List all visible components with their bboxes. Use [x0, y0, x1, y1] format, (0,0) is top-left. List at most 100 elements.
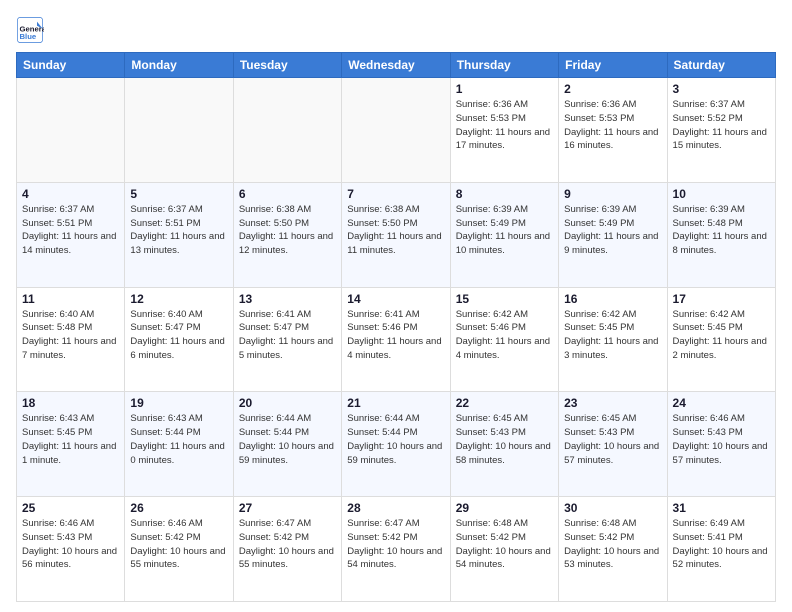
calendar-cell: 25 Sunrise: 6:46 AMSunset: 5:43 PMDayligh… [17, 497, 125, 602]
day-info: Sunrise: 6:44 AMSunset: 5:44 PMDaylight:… [239, 412, 336, 467]
calendar-cell: 1 Sunrise: 6:36 AMSunset: 5:53 PMDaylight… [450, 78, 558, 183]
col-header-sunday: Sunday [17, 53, 125, 78]
day-info: Sunrise: 6:42 AMSunset: 5:46 PMDaylight:… [456, 308, 553, 363]
calendar-cell: 3 Sunrise: 6:37 AMSunset: 5:52 PMDaylight… [667, 78, 775, 183]
calendar-cell [342, 78, 450, 183]
day-info: Sunrise: 6:48 AMSunset: 5:42 PMDaylight:… [456, 517, 553, 572]
calendar-cell: 18 Sunrise: 6:43 AMSunset: 5:45 PMDayligh… [17, 392, 125, 497]
day-number: 20 [239, 396, 336, 410]
day-info: Sunrise: 6:37 AMSunset: 5:52 PMDaylight:… [673, 98, 770, 153]
day-info: Sunrise: 6:36 AMSunset: 5:53 PMDaylight:… [456, 98, 553, 153]
calendar-cell: 19 Sunrise: 6:43 AMSunset: 5:44 PMDayligh… [125, 392, 233, 497]
day-number: 16 [564, 292, 661, 306]
day-number: 19 [130, 396, 227, 410]
calendar-cell: 27 Sunrise: 6:47 AMSunset: 5:42 PMDayligh… [233, 497, 341, 602]
col-header-wednesday: Wednesday [342, 53, 450, 78]
day-info: Sunrise: 6:41 AMSunset: 5:47 PMDaylight:… [239, 308, 336, 363]
calendar-cell: 26Sunrise: 6:46 AMSunset: 5:42 PMDayligh… [125, 497, 233, 602]
day-info: Sunrise: 6:39 AMSunset: 5:49 PMDaylight:… [564, 203, 661, 258]
day-number: 12 [130, 292, 227, 306]
day-number: 3 [673, 82, 770, 96]
day-info: Sunrise: 6:39 AMSunset: 5:48 PMDaylight:… [673, 203, 770, 258]
col-header-monday: Monday [125, 53, 233, 78]
day-number: 22 [456, 396, 553, 410]
col-header-saturday: Saturday [667, 53, 775, 78]
calendar-cell: 22 Sunrise: 6:45 AMSunset: 5:43 PMDayligh… [450, 392, 558, 497]
calendar-cell: 11 Sunrise: 6:40 AMSunset: 5:48 PMDayligh… [17, 287, 125, 392]
calendar-cell: 7 Sunrise: 6:38 AMSunset: 5:50 PMDaylight… [342, 182, 450, 287]
day-number: 13 [239, 292, 336, 306]
day-number: 2 [564, 82, 661, 96]
calendar-cell: 17 Sunrise: 6:42 AMSunset: 5:45 PMDayligh… [667, 287, 775, 392]
day-info: Sunrise: 6:48 AMSunset: 5:42 PMDaylight:… [564, 517, 661, 572]
day-info: Sunrise: 6:36 AMSunset: 5:53 PMDaylight:… [564, 98, 661, 153]
calendar-cell: 24Sunrise: 6:46 AMSunset: 5:43 PMDayligh… [667, 392, 775, 497]
calendar-cell: 10 Sunrise: 6:39 AMSunset: 5:48 PMDayligh… [667, 182, 775, 287]
day-number: 9 [564, 187, 661, 201]
day-info: Sunrise: 6:37 AMSunset: 5:51 PMDaylight:… [130, 203, 227, 258]
calendar-cell: 29 Sunrise: 6:48 AMSunset: 5:42 PMDayligh… [450, 497, 558, 602]
day-info: Sunrise: 6:40 AMSunset: 5:47 PMDaylight:… [130, 308, 227, 363]
calendar-cell [17, 78, 125, 183]
day-info: Sunrise: 6:38 AMSunset: 5:50 PMDaylight:… [239, 203, 336, 258]
day-number: 14 [347, 292, 444, 306]
calendar-cell: 14Sunrise: 6:41 AMSunset: 5:46 PMDayligh… [342, 287, 450, 392]
day-number: 7 [347, 187, 444, 201]
day-info: Sunrise: 6:43 AMSunset: 5:44 PMDaylight:… [130, 412, 227, 467]
calendar-cell: 21 Sunrise: 6:44 AMSunset: 5:44 PMDayligh… [342, 392, 450, 497]
day-info: Sunrise: 6:47 AMSunset: 5:42 PMDaylight:… [239, 517, 336, 572]
day-number: 21 [347, 396, 444, 410]
day-info: Sunrise: 6:37 AMSunset: 5:51 PMDaylight:… [22, 203, 119, 258]
calendar-cell: 6Sunrise: 6:38 AMSunset: 5:50 PMDaylight… [233, 182, 341, 287]
calendar-cell: 20 Sunrise: 6:44 AMSunset: 5:44 PMDayligh… [233, 392, 341, 497]
col-header-tuesday: Tuesday [233, 53, 341, 78]
day-number: 8 [456, 187, 553, 201]
day-info: Sunrise: 6:45 AMSunset: 5:43 PMDaylight:… [456, 412, 553, 467]
col-header-thursday: Thursday [450, 53, 558, 78]
day-number: 23 [564, 396, 661, 410]
calendar-cell: 23Sunrise: 6:45 AMSunset: 5:43 PMDayligh… [559, 392, 667, 497]
day-number: 15 [456, 292, 553, 306]
day-info: Sunrise: 6:42 AMSunset: 5:45 PMDaylight:… [673, 308, 770, 363]
day-info: Sunrise: 6:40 AMSunset: 5:48 PMDaylight:… [22, 308, 119, 363]
day-info: Sunrise: 6:42 AMSunset: 5:45 PMDaylight:… [564, 308, 661, 363]
day-info: Sunrise: 6:39 AMSunset: 5:49 PMDaylight:… [456, 203, 553, 258]
day-number: 27 [239, 501, 336, 515]
calendar-cell: 28 Sunrise: 6:47 AMSunset: 5:42 PMDayligh… [342, 497, 450, 602]
calendar-cell: 13 Sunrise: 6:41 AMSunset: 5:47 PMDayligh… [233, 287, 341, 392]
day-number: 18 [22, 396, 119, 410]
day-number: 10 [673, 187, 770, 201]
calendar-cell: 31Sunrise: 6:49 AMSunset: 5:41 PMDayligh… [667, 497, 775, 602]
logo-icon: General Blue [16, 16, 44, 44]
day-number: 28 [347, 501, 444, 515]
day-number: 24 [673, 396, 770, 410]
day-number: 17 [673, 292, 770, 306]
calendar-cell: 12 Sunrise: 6:40 AMSunset: 5:47 PMDayligh… [125, 287, 233, 392]
day-number: 1 [456, 82, 553, 96]
header: General Blue [16, 16, 776, 44]
day-number: 31 [673, 501, 770, 515]
page: General Blue SundayMondayTuesdayWednesda… [0, 0, 792, 612]
calendar-cell [233, 78, 341, 183]
svg-text:Blue: Blue [20, 32, 37, 41]
day-number: 4 [22, 187, 119, 201]
calendar-cell: 2 Sunrise: 6:36 AMSunset: 5:53 PMDaylight… [559, 78, 667, 183]
calendar-cell: 8 Sunrise: 6:39 AMSunset: 5:49 PMDaylight… [450, 182, 558, 287]
day-number: 11 [22, 292, 119, 306]
day-info: Sunrise: 6:43 AMSunset: 5:45 PMDaylight:… [22, 412, 119, 467]
day-info: Sunrise: 6:38 AMSunset: 5:50 PMDaylight:… [347, 203, 444, 258]
day-info: Sunrise: 6:47 AMSunset: 5:42 PMDaylight:… [347, 517, 444, 572]
logo: General Blue [16, 16, 48, 44]
day-number: 26 [130, 501, 227, 515]
day-number: 5 [130, 187, 227, 201]
calendar-cell [125, 78, 233, 183]
day-number: 29 [456, 501, 553, 515]
calendar-cell: 9 Sunrise: 6:39 AMSunset: 5:49 PMDaylight… [559, 182, 667, 287]
calendar-cell: 5 Sunrise: 6:37 AMSunset: 5:51 PMDaylight… [125, 182, 233, 287]
calendar-table: SundayMondayTuesdayWednesdayThursdayFrid… [16, 52, 776, 602]
day-info: Sunrise: 6:46 AMSunset: 5:43 PMDaylight:… [22, 517, 119, 572]
day-info: Sunrise: 6:44 AMSunset: 5:44 PMDaylight:… [347, 412, 444, 467]
calendar-cell: 30Sunrise: 6:48 AMSunset: 5:42 PMDayligh… [559, 497, 667, 602]
day-number: 25 [22, 501, 119, 515]
calendar-cell: 4 Sunrise: 6:37 AMSunset: 5:51 PMDaylight… [17, 182, 125, 287]
